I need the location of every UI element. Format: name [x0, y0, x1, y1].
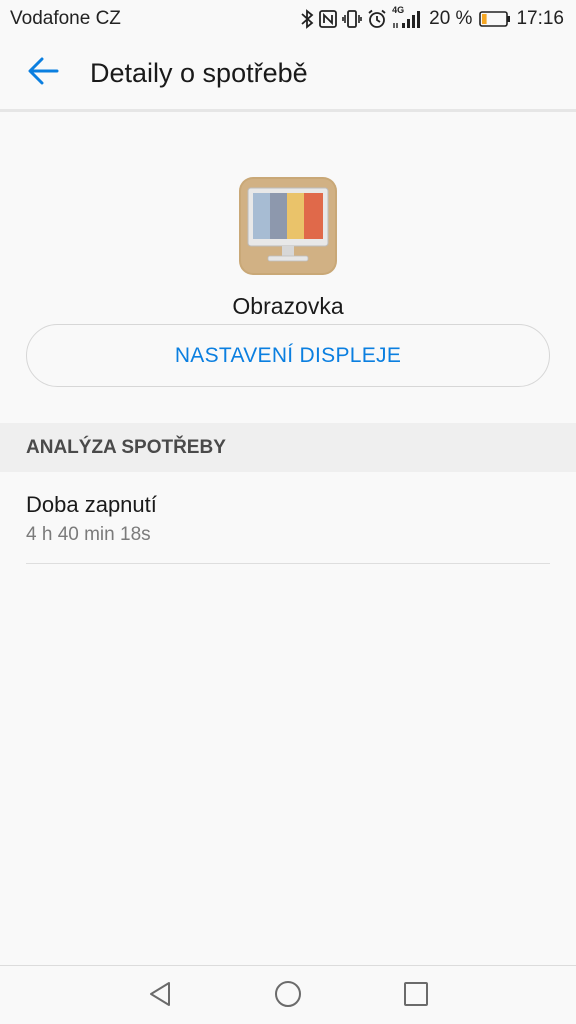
screen: Vodafone CZ 4G 20 % 17:16 Detaily o spot…: [0, 0, 576, 1024]
bluetooth-icon: [300, 9, 314, 29]
monitor-icon: [238, 176, 338, 276]
status-bar: Vodafone CZ 4G 20 % 17:16: [0, 0, 576, 38]
arrow-left-icon: [27, 57, 59, 90]
list-item-screen-on-time: Doba zapnutí 4 h 40 min 18s: [26, 472, 550, 564]
clock-label: 17:16: [516, 8, 564, 29]
page-title: Detaily o spotřebě: [90, 58, 308, 88]
back-button[interactable]: [0, 37, 86, 111]
system-nav-bar: [0, 965, 576, 1024]
nav-home-button[interactable]: [268, 976, 308, 1016]
nav-recents-button[interactable]: [396, 976, 436, 1016]
network-type-label: 4G: [392, 5, 405, 15]
display-settings-button[interactable]: NASTAVENÍ DISPLEJE: [26, 324, 550, 387]
section-header-analysis: ANALÝZA SPOTŘEBY: [0, 423, 576, 472]
app-name: Obrazovka: [232, 293, 344, 319]
nav-back-button[interactable]: [140, 976, 180, 1016]
list-item-value: 4 h 40 min 18s: [26, 524, 151, 545]
list-item-label: Doba zapnutí: [26, 492, 157, 517]
vibrate-icon: [342, 10, 362, 28]
signal-icon: 4G: [392, 5, 422, 29]
status-icons: 4G 20 % 17:16: [300, 5, 564, 30]
battery-fill: [482, 14, 488, 24]
battery-percent-label: 20 %: [429, 8, 473, 29]
battery-icon: [479, 10, 511, 28]
app-bar: Detaily o spotřebě: [0, 38, 576, 112]
nfc-icon: [319, 10, 338, 28]
carrier-label: Vodafone CZ: [10, 8, 121, 29]
square-recents-icon: [403, 981, 429, 1012]
alarm-icon: [367, 9, 387, 29]
triangle-back-icon: [147, 980, 173, 1013]
circle-home-icon: [274, 980, 302, 1013]
